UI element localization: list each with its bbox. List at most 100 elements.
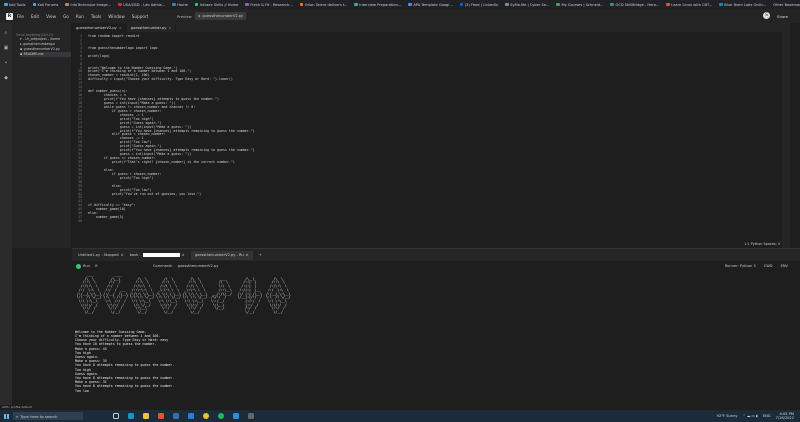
cloud9-logo-icon[interactable]: R bbox=[6, 12, 13, 20]
bookmark-label: USA/CBD - Lab Admis... bbox=[123, 2, 166, 7]
bookmark-item[interactable]: (3) Feed | LinkedIn bbox=[459, 2, 498, 7]
close-icon[interactable]: × bbox=[168, 26, 171, 30]
bookmark-label: Kali Forums bbox=[37, 2, 59, 7]
bookmark-favicon-icon bbox=[408, 2, 412, 7]
language-indicator[interactable]: ENG bbox=[763, 414, 771, 418]
tray-icons[interactable]: ⌃ ☁ ▭ ◖ bbox=[742, 414, 757, 418]
close-icon[interactable]: × bbox=[182, 253, 185, 257]
edge-icon[interactable] bbox=[128, 413, 134, 419]
terminal-output[interactable]: ____ ____ /\ \ /\__\ /\ \ /\ \ /\ \ ___ … bbox=[72, 271, 800, 406]
bookmark-item[interactable]: Home bbox=[172, 3, 188, 7]
bookmark-item[interactable]: Blue Team Labs Onlin... bbox=[719, 3, 766, 7]
bookmark-item[interactable]: USA/CBD - Lab Admis... bbox=[118, 3, 165, 7]
weather-widget[interactable]: 92°F Sunny bbox=[717, 414, 738, 418]
bookmark-favicon-icon bbox=[459, 2, 464, 7]
panel-tab-bash[interactable]: bash - × bbox=[130, 253, 185, 257]
code-editor: guessthenumberV2.py × guessthenumber.py × 1… bbox=[72, 23, 790, 248]
environment-icon[interactable]: ▣ bbox=[0, 42, 12, 53]
bookmark-item[interactable]: Infosec Skills // Home bbox=[194, 3, 238, 7]
editor-tab[interactable]: guessthenumber.py × bbox=[127, 23, 177, 32]
taskbar-search-placeholder: Type here to search bbox=[20, 413, 58, 419]
spotify-icon[interactable] bbox=[218, 413, 224, 419]
task-view-icon[interactable] bbox=[113, 413, 119, 419]
close-icon[interactable]: × bbox=[121, 253, 124, 257]
bookmark-favicon-icon bbox=[354, 2, 358, 7]
taskbar: ⌕ Type here to search 92°F Sunny ⌃ ☁ ▭ ◖ … bbox=[0, 410, 800, 422]
preview-button[interactable]: Preview bbox=[177, 14, 192, 19]
bookmark-label: SyMa.Me | Cyber Se... bbox=[510, 2, 550, 7]
bookmark-label: Home bbox=[177, 2, 188, 7]
menu-item-go[interactable]: Go bbox=[63, 14, 69, 19]
cwd-button[interactable]: CWD bbox=[764, 264, 773, 268]
vscode-icon[interactable] bbox=[233, 413, 239, 419]
search-icon: ⌕ bbox=[16, 413, 19, 419]
bookmark-label: Fresh & Fit - Research... bbox=[250, 2, 293, 7]
menu-item-support[interactable]: Support bbox=[132, 14, 149, 19]
taskbar-search[interactable]: ⌕ Type here to search bbox=[13, 412, 83, 420]
file-explorer: Go to Anything (Ctrl-O) ▾ - Ur_pdfproject… bbox=[12, 23, 72, 248]
menu-item-view[interactable]: View bbox=[46, 14, 56, 19]
store-icon[interactable] bbox=[248, 413, 254, 419]
brave-icon[interactable] bbox=[158, 413, 164, 419]
bookmark-item[interactable]: Kali Tools bbox=[4, 3, 26, 7]
code-area[interactable]: 1 from random import randint 2 3 4 from guess… bbox=[72, 34, 790, 224]
run-button[interactable]: Run bbox=[76, 263, 90, 269]
redacted-block bbox=[142, 253, 180, 257]
panel-tab-untitled[interactable]: Untitled1.py - Stopped × bbox=[78, 253, 124, 257]
bookmark-item[interactable]: My Courses | Schneid... bbox=[556, 3, 603, 7]
refresh-icon[interactable]: ⟳ bbox=[95, 264, 98, 268]
code-text: number_game(5) bbox=[88, 215, 124, 220]
clock[interactable]: 4:05 PM 7/16/2022 bbox=[776, 412, 794, 420]
menu-item-file[interactable]: File bbox=[17, 14, 24, 19]
bookmark-item[interactable]: Interview Preparation... bbox=[354, 3, 401, 7]
program-output: Welcome to the Number Guessing Game. I'm … bbox=[75, 330, 800, 393]
other-bookmarks[interactable]: Other Bookmarks bbox=[773, 3, 800, 7]
add-tab-icon[interactable]: + bbox=[259, 253, 262, 257]
bookmark-label: Blue Team Labs Onlin... bbox=[724, 2, 767, 7]
menu-item-edit[interactable]: Edit bbox=[31, 14, 39, 19]
editor-tab[interactable]: guessthenumberV2.py × bbox=[72, 23, 127, 32]
menu-file-tab[interactable]: ▪ guessthenumberV2.py bbox=[195, 12, 247, 20]
menu-item-run[interactable]: Run bbox=[76, 14, 84, 19]
mail-icon[interactable] bbox=[188, 413, 194, 419]
aws-icon[interactable]: ◆ bbox=[0, 72, 12, 83]
bookmark-label: OCD SkillBridge - Hero... bbox=[615, 2, 660, 7]
share-button[interactable]: Share bbox=[777, 14, 788, 19]
file-tree-item[interactable]: ▪ README.md bbox=[20, 52, 71, 57]
bookmark-item[interactable]: InfoTechnique Image... bbox=[65, 3, 111, 7]
command-input[interactable]: guessthenumberV2.py bbox=[178, 264, 219, 268]
env-button[interactable]: ENV bbox=[781, 264, 788, 268]
bookmark-item[interactable]: OCD SkillBridge - Hero... bbox=[610, 3, 659, 7]
file-icon: ▪ bbox=[20, 52, 23, 56]
file-explorer-icon[interactable] bbox=[143, 413, 149, 419]
editor-tab-label: guessthenumber.py bbox=[130, 25, 167, 30]
bookmark-item[interactable]: Orion Talent delivers f... bbox=[299, 3, 347, 7]
code-text: print("You've run out of guesses, you lo… bbox=[88, 191, 202, 196]
panel-tab-label: Untitled1.py - Stopped bbox=[78, 253, 119, 257]
close-icon[interactable]: × bbox=[119, 26, 122, 30]
close-icon[interactable]: × bbox=[246, 253, 249, 257]
bookmark-item[interactable]: Fresh & Fit - Research... bbox=[245, 2, 293, 7]
run-button-label: Run bbox=[83, 264, 90, 268]
runner-select[interactable]: Runner: Python 3 bbox=[725, 264, 756, 268]
powershell-icon[interactable] bbox=[173, 413, 179, 419]
menu-item-tools[interactable]: Tools bbox=[91, 14, 101, 19]
bookmark-favicon-icon bbox=[32, 2, 36, 7]
bookmark-label: Learn Linux with CBT... bbox=[671, 2, 713, 7]
chrome-icon[interactable] bbox=[203, 413, 209, 419]
search-icon[interactable]: ⌕ bbox=[0, 27, 12, 38]
menu-item-window[interactable]: Window bbox=[108, 14, 125, 19]
editor-scrollbar[interactable] bbox=[782, 32, 790, 248]
code-text: difficulty = input("Choose your difficul… bbox=[88, 77, 233, 82]
windows-start-icon[interactable] bbox=[4, 413, 9, 419]
bookmark-item[interactable]: APA Template Googl... bbox=[408, 2, 453, 7]
bookmark-item[interactable]: Kali Forums bbox=[32, 2, 59, 7]
avatar[interactable]: S bbox=[763, 12, 770, 19]
panel-tab-runner[interactable]: guessthenumberV2.py - Ru × bbox=[190, 250, 253, 260]
source-control-icon[interactable]: ⑂ bbox=[0, 57, 12, 68]
code-text: from guessthenumberlogo import logo bbox=[88, 45, 158, 50]
bookmark-item[interactable]: SyMa.Me | Cyber Se... bbox=[505, 3, 549, 7]
panel-tabs: Untitled1.py - Stopped × bash - × guessthe… bbox=[72, 249, 800, 261]
panel-tab-label: bash - bbox=[129, 253, 141, 257]
bookmark-item[interactable]: Learn Linux with CBT... bbox=[666, 3, 712, 7]
